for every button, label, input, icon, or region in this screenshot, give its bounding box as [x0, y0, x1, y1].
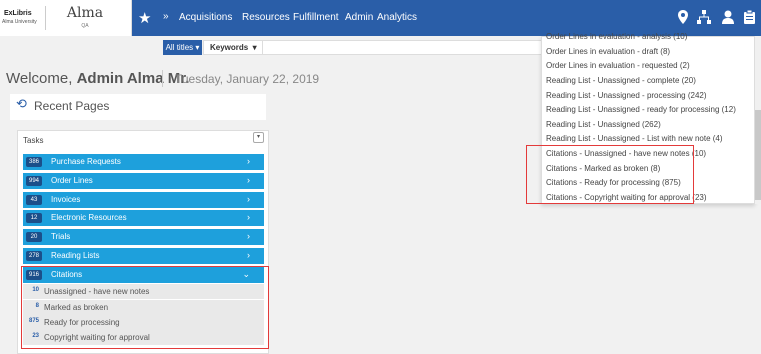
chevron-down-icon[interactable]: ▾: [253, 132, 264, 143]
chevron-right-icon: ›: [247, 231, 250, 241]
clipboard-icon[interactable]: [744, 10, 755, 24]
star-icon[interactable]: ★: [138, 9, 151, 27]
dropdown-item[interactable]: Order Lines in evaluation - analysis (10…: [546, 32, 687, 41]
dropdown-item[interactable]: Reading List - Unassigned (262): [546, 120, 661, 129]
task-row-order-lines[interactable]: 994 Order Lines ›: [23, 173, 264, 189]
chevron-right-icon: ›: [247, 212, 250, 222]
highlight-box-citations: [21, 266, 269, 349]
user-name: Admin Alma Mr.: [76, 70, 190, 87]
dropdown-item[interactable]: Order Lines in evaluation - requested (2…: [546, 61, 690, 70]
task-count: 20: [26, 232, 42, 242]
nav-acquisitions[interactable]: Acquisitions: [179, 12, 232, 23]
logo-area[interactable]: ExLibris Alma University Alma QA: [0, 0, 132, 36]
task-row-electronic-resources[interactable]: 12 Electronic Resources ›: [23, 210, 264, 226]
sitemap-icon[interactable]: [697, 10, 711, 24]
task-label: Electronic Resources: [51, 213, 127, 222]
task-count: 12: [26, 213, 42, 223]
chevron-right-icon: ›: [247, 194, 250, 204]
institution-name: Alma University: [2, 19, 37, 25]
search-field-select[interactable]: Keywords ▾: [203, 40, 263, 55]
search-scope-value: All titles: [165, 43, 194, 52]
search-field-value: Keywords: [210, 43, 249, 52]
task-count: 278: [26, 251, 42, 261]
exlibris-logo: ExLibris: [4, 10, 32, 17]
task-row-invoices[interactable]: 43 Invoices ›: [23, 192, 264, 208]
dropdown-item[interactable]: Reading List - Unassigned - processing (…: [546, 91, 707, 100]
current-date: Tuesday, January 22, 2019: [175, 72, 320, 86]
dropdown-scrollbar-thumb[interactable]: [755, 110, 761, 200]
nav-admin[interactable]: Admin: [345, 12, 373, 23]
dropdown-item[interactable]: Reading List - Unassigned - complete (20…: [546, 76, 696, 85]
search-scope-select[interactable]: All titles ▾: [163, 40, 202, 55]
logo-divider: [45, 6, 46, 30]
dropdown-item[interactable]: Reading List - Unassigned - ready for pr…: [546, 105, 736, 114]
tasks-title: Tasks: [23, 136, 44, 145]
recent-pages-label[interactable]: Recent Pages: [34, 99, 109, 113]
task-count: 43: [26, 195, 42, 205]
task-label: Purchase Requests: [51, 157, 121, 166]
search-input[interactable]: [263, 40, 545, 55]
welcome-prefix: Welcome,: [6, 70, 77, 87]
chevron-right-icon[interactable]: »: [163, 11, 169, 22]
chevron-right-icon: ›: [247, 156, 250, 166]
alma-logo: Alma: [66, 5, 104, 21]
nav-resources[interactable]: Resources: [242, 12, 290, 23]
dropdown-item[interactable]: Reading List - Unassigned - List with ne…: [546, 134, 723, 143]
task-count: 386: [26, 157, 42, 167]
chevron-right-icon: ›: [247, 175, 250, 185]
task-label: Trials: [51, 232, 71, 241]
highlight-box-dropdown: [526, 145, 694, 204]
nav-fulfillment[interactable]: Fulfillment: [293, 12, 339, 23]
location-icon[interactable]: [678, 10, 688, 24]
welcome-divider: [162, 70, 163, 87]
task-label: Reading Lists: [51, 251, 100, 260]
task-label: Order Lines: [51, 176, 93, 185]
task-count: 994: [26, 176, 42, 186]
dropdown-item[interactable]: Order Lines in evaluation - draft (8): [546, 47, 670, 56]
environment-label: QA: [81, 23, 89, 29]
task-row-trials[interactable]: 20 Trials ›: [23, 229, 264, 245]
task-row-purchase-requests[interactable]: 386 Purchase Requests ›: [23, 154, 264, 170]
chevron-right-icon: ›: [247, 250, 250, 260]
task-row-reading-lists[interactable]: 278 Reading Lists ›: [23, 248, 264, 264]
nav-analytics[interactable]: Analytics: [377, 12, 417, 23]
task-label: Invoices: [51, 195, 81, 204]
history-icon: ⟲: [16, 96, 27, 111]
user-icon[interactable]: [722, 10, 734, 24]
